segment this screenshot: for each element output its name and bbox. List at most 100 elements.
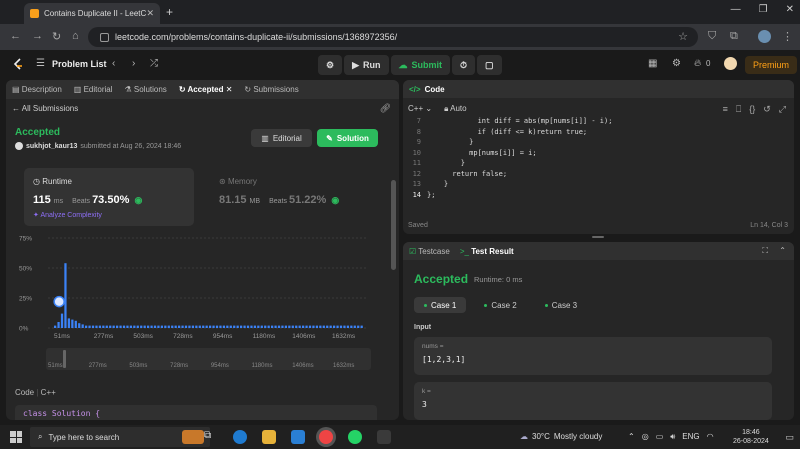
menu-kebab-icon[interactable]: ⋮ — [782, 30, 793, 43]
range-tick-label: 51ms — [48, 363, 63, 369]
bookmark-star-icon[interactable]: ☆ — [678, 30, 688, 43]
run-button[interactable]: ▶ Run — [344, 55, 389, 75]
tab-solutions[interactable]: ⚗ Solutions — [124, 85, 166, 94]
tab-submissions[interactable]: ↻ Submissions — [244, 85, 298, 94]
notifications-icon[interactable]: ▭ — [785, 432, 794, 443]
code-lines[interactable]: 7 int diff = abs(mp[nums[i]] - i); 8 if (… — [403, 116, 794, 200]
list-icon[interactable]: ☰ — [36, 58, 45, 69]
forward-icon[interactable]: → — [32, 30, 43, 42]
memory-label-text: Memory — [227, 177, 257, 186]
tab-testcase[interactable]: ☑ Testcase — [409, 247, 450, 256]
home-icon[interactable]: ⌂ — [72, 30, 79, 42]
close-tab-icon[interactable]: ✕ — [226, 85, 233, 94]
file-explorer-icon[interactable] — [262, 430, 276, 444]
user-avatar[interactable] — [724, 57, 737, 70]
panel-resize-handle[interactable] — [592, 236, 604, 238]
case-2-tab[interactable]: Case 2 — [474, 297, 526, 313]
user-avatar — [15, 142, 23, 150]
line-number: 7 — [416, 117, 421, 125]
histogram-bar — [150, 325, 153, 328]
tab-description[interactable]: ▤ Description — [12, 85, 62, 94]
expand-icon[interactable]: ⛶ — [762, 246, 768, 256]
left-scrollbar[interactable] — [391, 180, 396, 270]
location-icon[interactable]: ◎ — [642, 432, 649, 442]
collapse-chevron-icon[interactable]: ⌃ — [779, 246, 786, 255]
fire-streak-icon[interactable]: 🔥︎ — [694, 58, 701, 69]
username-link[interactable]: sukhjot_kaur13 — [26, 143, 77, 150]
volume-icon[interactable]: 🔊︎ — [670, 432, 675, 442]
task-view-icon[interactable]: ⧉ — [204, 430, 218, 444]
submit-button[interactable]: ☁ Submit — [390, 55, 450, 75]
badge-icon: ◉ — [134, 195, 143, 205]
site-info-icon[interactable] — [100, 32, 109, 42]
minimize-icon[interactable]: — — [731, 4, 741, 15]
language-select[interactable]: C++ ⌄ — [408, 104, 432, 114]
fullscreen-icon[interactable]: ⤢ — [779, 104, 786, 115]
close-window-icon[interactable]: ✕ — [786, 4, 794, 15]
timer-button[interactable]: ⏱ — [452, 55, 476, 75]
code-line[interactable]: 14}; — [403, 190, 794, 201]
profile-avatar[interactable] — [758, 30, 771, 43]
restore-icon[interactable]: ❐ — [759, 4, 768, 15]
mail-icon[interactable] — [291, 430, 305, 444]
editorial-button[interactable]: ▥ Editorial — [251, 129, 312, 147]
range-slider[interactable]: 51ms 277ms 503ms 728ms 954ms 1180ms 1406ms 1632… — [46, 348, 371, 370]
shuffle-icon[interactable]: ⤮ — [150, 58, 158, 69]
edge-browser-icon[interactable] — [233, 430, 247, 444]
back-icon[interactable]: ← — [10, 30, 21, 42]
analyze-complexity-link[interactable]: ✦ Analyze Complexity — [33, 211, 102, 219]
leetcode-logo-icon[interactable] — [12, 58, 24, 72]
browser-tab[interactable]: Contains Duplicate II - LeetCode ✕ — [24, 3, 160, 24]
runtime-card[interactable]: ◷ Runtime 115 ms Beats 73.50% ◉ ✦ Analyze … — [24, 168, 194, 226]
all-submissions-link[interactable]: ← All Submissions — [12, 104, 78, 113]
bookmark-icon[interactable]: ⎕ — [736, 104, 741, 115]
code-line[interactable]: 7 int diff = abs(mp[nums[i]] - i); — [403, 116, 794, 127]
tab-accepted[interactable]: ↻ Accepted ✕ — [179, 85, 233, 94]
code-line[interactable]: 10 mp[nums[i]] = i; — [403, 148, 794, 159]
problem-list-link[interactable]: Problem List — [52, 59, 107, 69]
braces-icon[interactable]: {} — [749, 104, 755, 115]
next-problem-icon[interactable]: › — [132, 58, 135, 69]
auto-mode-toggle[interactable]: 🔒︎ Auto — [444, 104, 467, 114]
debug-button[interactable]: ⚙ — [318, 55, 343, 75]
case-3-tab[interactable]: Case 3 — [535, 297, 587, 313]
close-tab-icon[interactable]: ✕ — [146, 8, 154, 19]
runtime-distribution-chart[interactable]: 75% 50% 25% 0% 51ms 277ms 503ms 728ms 954ms 1180m… — [16, 230, 376, 350]
whatsapp-icon[interactable] — [348, 430, 362, 444]
format-icon[interactable]: ≡ — [723, 104, 728, 115]
memory-card[interactable]: ⊛ Memory 81.15 MB Beats 51.22% ◉ — [210, 168, 380, 226]
reset-icon[interactable]: ↺ — [763, 104, 771, 115]
layout-icon[interactable]: ▦ — [648, 58, 657, 69]
taskbar-search-input[interactable]: ⌕ Type here to search — [30, 427, 210, 447]
system-clock[interactable]: 18:46 26-08-2024 — [733, 428, 769, 446]
code-line[interactable]: 8 if (diff <= k)return true; — [403, 127, 794, 138]
notes-button[interactable]: ▢ — [477, 55, 502, 75]
chrome-icon[interactable] — [319, 430, 333, 444]
app-icon[interactable] — [377, 430, 391, 444]
code-line[interactable]: 9 } — [403, 137, 794, 148]
extensions-icon[interactable]: ⧉ — [730, 30, 738, 43]
post-solution-button[interactable]: ✎ Solution — [317, 129, 378, 147]
case-1-tab[interactable]: Case 1 — [414, 297, 467, 313]
prev-problem-icon[interactable]: ‹ — [112, 58, 115, 69]
histogram-bar — [105, 325, 108, 328]
network-icon[interactable]: ▭ — [656, 432, 664, 442]
url-input[interactable]: leetcode.com/problems/contains-duplicate… — [88, 27, 698, 47]
share-link-icon[interactable]: 🔗︎ — [380, 103, 391, 114]
histogram-bar — [60, 313, 64, 328]
shield-extension-icon[interactable]: ⛉ — [708, 30, 716, 43]
keyboard-lang[interactable]: ENG — [682, 432, 699, 442]
code-line[interactable]: 11 } — [403, 158, 794, 169]
tab-editorial[interactable]: ▥ Editorial — [74, 85, 113, 94]
code-line[interactable]: 12 return false; — [403, 169, 794, 180]
settings-gear-icon[interactable]: ⚙ — [672, 58, 681, 69]
reload-icon[interactable]: ↻ — [52, 30, 61, 43]
code-line[interactable]: 13 } — [403, 179, 794, 190]
start-windows-icon[interactable] — [10, 431, 22, 443]
wifi-icon[interactable]: ◠ — [707, 432, 714, 442]
new-tab-icon[interactable]: + — [166, 5, 173, 19]
premium-button[interactable]: Premium — [745, 56, 798, 74]
weather-widget[interactable]: ☁ 30°C Mostly cloudy — [520, 432, 602, 441]
tab-test-result[interactable]: >_ Test Result — [460, 247, 514, 256]
tray-chevron-icon[interactable]: ⌃ — [628, 432, 635, 442]
